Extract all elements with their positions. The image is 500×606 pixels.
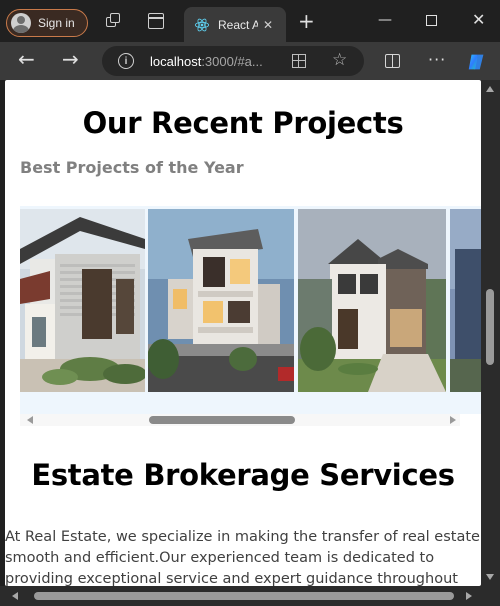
project-photo-4 (450, 209, 481, 392)
project-photo-2 (148, 209, 294, 392)
project-photo-3 (298, 209, 446, 392)
scroll-left-arrow-icon[interactable] (27, 416, 33, 424)
close-tab-icon[interactable]: ✕ (263, 18, 273, 32)
address-bar[interactable]: i localhost:3000/#a... ☆ (102, 46, 364, 76)
url-path: :3000/#a... (201, 53, 263, 69)
minimize-button[interactable]: — (378, 12, 392, 28)
forward-arrow-icon[interactable]: → (62, 49, 79, 69)
more-icon[interactable]: ··· (428, 50, 446, 69)
projects-gallery[interactable] (20, 206, 481, 414)
split-screen-icon[interactable] (385, 54, 400, 68)
page-viewport: Our Recent Projects Best Projects of the… (5, 80, 481, 586)
avatar-icon (11, 13, 31, 33)
copilot-icon[interactable] (466, 51, 488, 73)
maximize-button[interactable] (426, 15, 437, 26)
back-arrow-icon[interactable]: ← (18, 49, 35, 69)
sign-in-label: Sign in (38, 16, 75, 30)
scroll-right-arrow-icon[interactable] (450, 416, 456, 424)
browser-toolbar: ← → i localhost:3000/#a... ☆ ··· (0, 42, 500, 80)
browser-tab-active[interactable]: React A ✕ (184, 7, 286, 42)
new-tab-button[interactable]: + (298, 11, 315, 31)
scroll-left-arrow-icon[interactable] (12, 592, 18, 600)
gallery-scrollbar[interactable] (20, 414, 460, 426)
workspaces-icon[interactable] (106, 13, 122, 29)
page-vertical-scrollbar[interactable] (481, 80, 500, 586)
info-icon[interactable]: i (118, 53, 134, 69)
scroll-right-arrow-icon[interactable] (466, 592, 472, 600)
projects-heading: Our Recent Projects (82, 106, 404, 140)
scroll-up-arrow-icon[interactable] (486, 86, 494, 92)
react-icon (194, 18, 210, 31)
close-window-button[interactable]: ✕ (472, 12, 485, 28)
gallery-scroll-thumb[interactable] (149, 416, 295, 424)
sign-in-button[interactable]: Sign in (6, 9, 88, 37)
star-icon[interactable]: ☆ (332, 50, 347, 70)
page-horizontal-scrollbar[interactable] (0, 586, 500, 606)
services-heading: Estate Brokerage Services (31, 458, 455, 492)
project-photo-1 (20, 209, 145, 392)
services-text: At Real Estate, we specialize in making … (5, 529, 480, 586)
url-text[interactable]: localhost:3000/#a... (150, 54, 263, 69)
browser-title-bar: Sign in React A ✕ + — ✕ (0, 0, 500, 42)
apps-icon[interactable] (292, 54, 306, 68)
page-scroll-thumb[interactable] (486, 289, 494, 365)
tab-title: React A (218, 17, 258, 32)
url-host: localhost (150, 53, 202, 69)
page-hscroll-thumb[interactable] (34, 592, 454, 600)
projects-subheading: Best Projects of the Year (20, 158, 244, 177)
tab-actions-icon[interactable] (148, 13, 164, 29)
scroll-down-arrow-icon[interactable] (486, 574, 494, 580)
